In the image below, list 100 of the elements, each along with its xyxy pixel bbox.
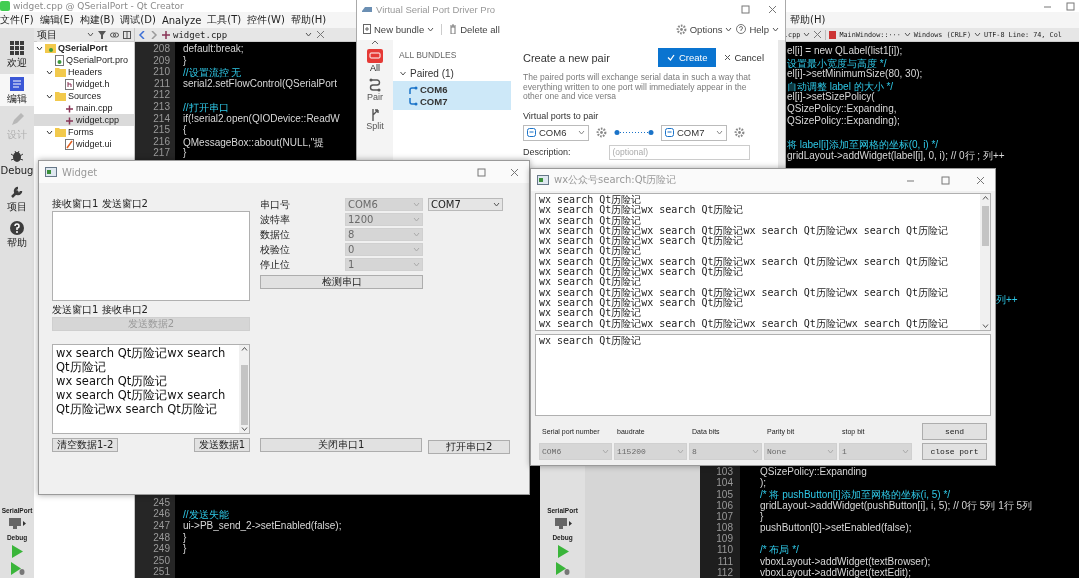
tree-item[interactable]: QSerialPort.pro <box>34 54 134 66</box>
scroll-thumb[interactable] <box>981 206 989 246</box>
text-line: wx search Qt历险记wx search Qt历险记wx search Qt历险记 <box>56 388 227 416</box>
mode-button[interactable]: Debug <box>0 146 34 178</box>
tree-item[interactable]: widget.cpp <box>34 114 134 126</box>
scroll-thumb[interactable] <box>240 365 248 425</box>
menu-item[interactable]: 调试(D) <box>120 13 156 27</box>
close-port-button[interactable]: 关闭串口1 <box>260 438 423 452</box>
debug-run-icon[interactable] <box>555 562 570 575</box>
receive-area[interactable] <box>52 211 250 301</box>
menu-item[interactable]: 编辑(E) <box>39 13 74 27</box>
text-line: wx search Qt历险记 <box>539 246 643 257</box>
maximize-icon[interactable] <box>741 4 750 14</box>
send-button[interactable]: send <box>922 423 987 440</box>
chevron-icon[interactable] <box>36 44 43 52</box>
chevron-icon[interactable] <box>46 68 53 76</box>
close-icon[interactable] <box>768 4 777 14</box>
mode-button[interactable]: 项目 <box>0 182 34 214</box>
bundle-ports[interactable]: COM6 COM7 <box>393 81 511 110</box>
chevron-up-icon[interactable] <box>371 40 379 45</box>
tree-item[interactable]: widget.h <box>34 78 134 90</box>
new-bundle-button[interactable]: New bundle <box>363 23 435 35</box>
panel-heading: Create a new pair <box>523 51 611 64</box>
open-port-button[interactable]: 打开串口2 <box>428 440 510 454</box>
link-dots-icon <box>614 130 654 136</box>
cancel-button[interactable]: Cancel <box>724 52 764 63</box>
menu-item[interactable]: 工具(T) <box>207 13 242 27</box>
port-dropdown[interactable]: COM6 <box>523 124 589 141</box>
line-number: 214 <box>152 112 171 125</box>
tree-item[interactable]: main.cpp <box>34 102 134 114</box>
tree-item[interactable]: Forms <box>34 126 134 138</box>
scrollbar[interactable] <box>239 345 249 433</box>
split-icon[interactable] <box>123 30 131 39</box>
menu-item[interactable]: 帮助(H) <box>290 13 327 27</box>
text-line: wx search Qt历险记 <box>539 215 643 226</box>
clear-button[interactable]: 清空数据1-2 <box>52 438 119 452</box>
line-number: 210 <box>152 66 171 78</box>
document-icon <box>363 24 371 34</box>
gear-icon[interactable] <box>596 127 607 139</box>
back-icon[interactable] <box>138 30 146 39</box>
maximize-icon[interactable] <box>941 175 950 185</box>
menu-item[interactable]: 构建(B) <box>79 13 115 27</box>
filter-icon[interactable] <box>98 30 106 39</box>
grid-icon <box>9 40 25 56</box>
close-icon[interactable] <box>813 30 823 39</box>
detect-button[interactable]: 检测串口 <box>260 275 423 289</box>
options-menu[interactable]: Options <box>675 23 733 35</box>
menu-item[interactable]: 文件(F) <box>0 13 34 27</box>
tree-item[interactable]: Headers <box>34 66 134 78</box>
trash-icon <box>449 24 458 34</box>
create-button[interactable]: Create <box>657 48 717 67</box>
monitor-icon[interactable] <box>8 518 26 530</box>
tree-item[interactable]: Sources <box>34 90 134 102</box>
tree-item[interactable]: widget.ui <box>34 138 134 150</box>
code-line: QSizePolicy::Expanding <box>759 466 867 478</box>
close-icon[interactable] <box>510 167 519 177</box>
debug-run-icon[interactable] <box>9 562 25 575</box>
close-icon[interactable] <box>316 30 325 39</box>
chevron-icon[interactable] <box>46 92 53 100</box>
menu-item[interactable]: 控件(W) <box>247 13 285 27</box>
maximize-icon[interactable] <box>477 167 486 177</box>
run-icon[interactable] <box>556 545 569 558</box>
close-port-button[interactable]: close port <box>922 443 987 460</box>
text-line: wx search Qt历险记wx search Qt历险记wx search Qt历险记wx search Qt历险记 <box>539 287 949 298</box>
mode-button[interactable]: 欢迎 <box>0 38 34 70</box>
chevron-up-icon <box>981 196 989 200</box>
gear-icon[interactable] <box>734 127 745 139</box>
nav-button[interactable]: Split <box>364 106 386 132</box>
section-heading: ALL BUNDLES <box>398 50 458 60</box>
help-menu[interactable]: Help <box>736 23 779 35</box>
link-arrow-icon <box>409 85 418 94</box>
chevron-icon[interactable] <box>46 128 53 136</box>
folder-icon <box>55 67 66 77</box>
nav-button[interactable]: Pair <box>365 77 385 103</box>
run-icon[interactable] <box>11 545 23 558</box>
text-line: wx search Qt历险记wx search Qt历险记 <box>539 297 744 309</box>
scrollbar[interactable] <box>980 194 990 330</box>
help-icon <box>9 220 25 236</box>
gear-icon[interactable] <box>675 23 687 35</box>
menu-item[interactable]: 帮助(H) <box>790 13 826 27</box>
mode-button[interactable]: 帮助 <box>0 218 34 250</box>
mode-button[interactable]: 编辑 <box>0 74 34 106</box>
field-label: Description: <box>523 147 571 158</box>
delete-all-button[interactable]: Delete all <box>449 23 500 35</box>
text-line: wx search Qt历险记wx search Qt历险记 <box>539 236 744 247</box>
link-icon[interactable] <box>110 30 119 39</box>
dropdown[interactable]: COM7 <box>428 198 503 211</box>
send-button[interactable]: 发送数据1 <box>193 438 250 452</box>
close-icon[interactable] <box>976 175 985 185</box>
maximize-icon[interactable] <box>1066 1 1075 11</box>
menu-item[interactable]: Analyze <box>161 14 202 26</box>
forward-icon[interactable] <box>150 30 158 39</box>
line-number: 107 <box>715 510 734 523</box>
tree-item[interactable]: QSerialPort <box>34 42 134 54</box>
app-icon <box>0 1 10 11</box>
monitor-icon[interactable] <box>553 518 572 530</box>
port-dropdown[interactable]: COM7 <box>661 124 727 141</box>
bundle-group[interactable]: Paired (1) <box>393 60 511 79</box>
nav-button[interactable]: All <box>365 48 385 74</box>
input-field[interactable]: wx search Qt历险记 <box>535 334 991 416</box>
